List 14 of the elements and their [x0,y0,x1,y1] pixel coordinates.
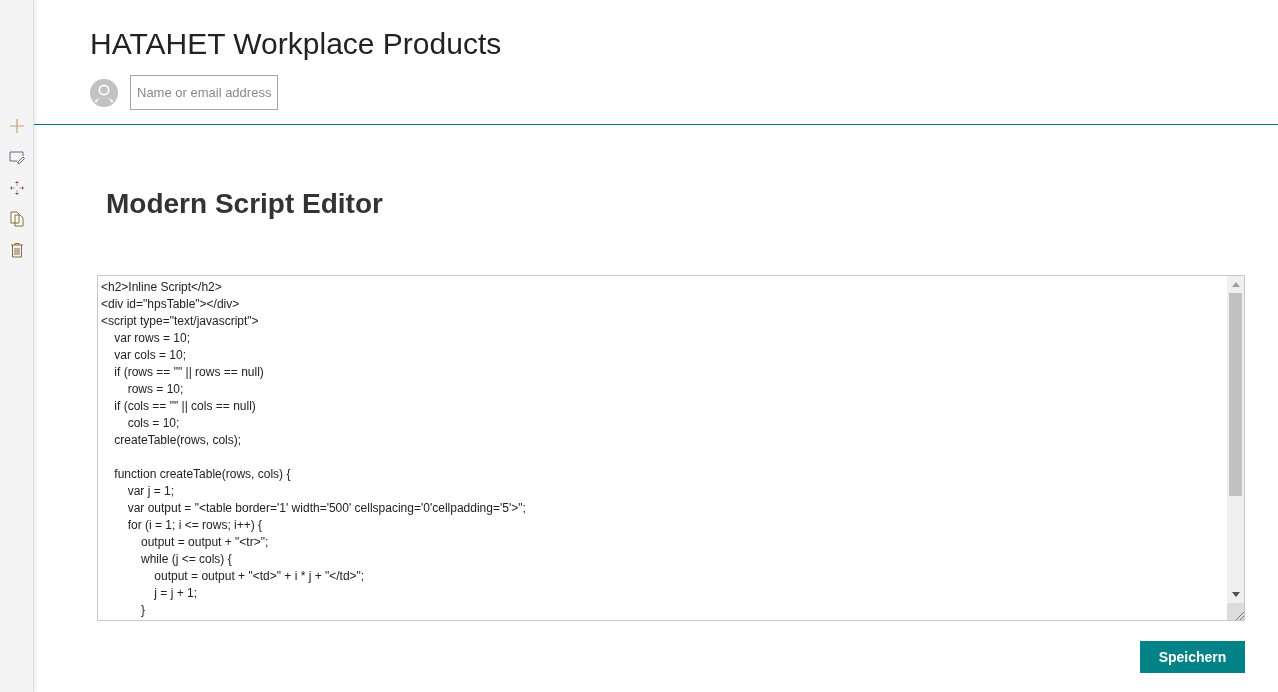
move-icon[interactable] [8,180,25,196]
people-picker-field[interactable]: Name or email address [130,75,278,110]
scroll-up-icon[interactable] [1231,282,1240,287]
avatar-icon [90,78,118,107]
code-text: <h2>Inline Script</h2> <div id="hpsTable"></div> <script type="text/javascript"> var rows = 10; var cols = 10; if (rows == "" || rows == null) rows = 10; if (cols == "" || cols == null) cols = 10; createTable(rows, cols); function createTable(rows, cols) { var j = 1; var output = "<table border='1' width='500' cellspacing='0'cellpadding='5'>"; for (i = 1; i <= rows; i++) { output = output + "<tr>"; while (j <= cols) { output = output + "<td>" + i * j + "</td>"; j = j + 1; } [100,279,527,619]
site-title: HATAHET Workplace Products [90,26,503,62]
scroll-down-icon[interactable] [1231,592,1240,597]
save-button[interactable]: Speichern [1140,641,1245,673]
trash-icon[interactable] [8,242,25,258]
scrollbar-thumb[interactable] [1229,293,1242,496]
edit-icon[interactable] [8,149,25,165]
webpart-title: Modern Script Editor [106,187,384,221]
scrollbar[interactable] [1227,276,1244,620]
copy-icon[interactable] [8,211,25,227]
